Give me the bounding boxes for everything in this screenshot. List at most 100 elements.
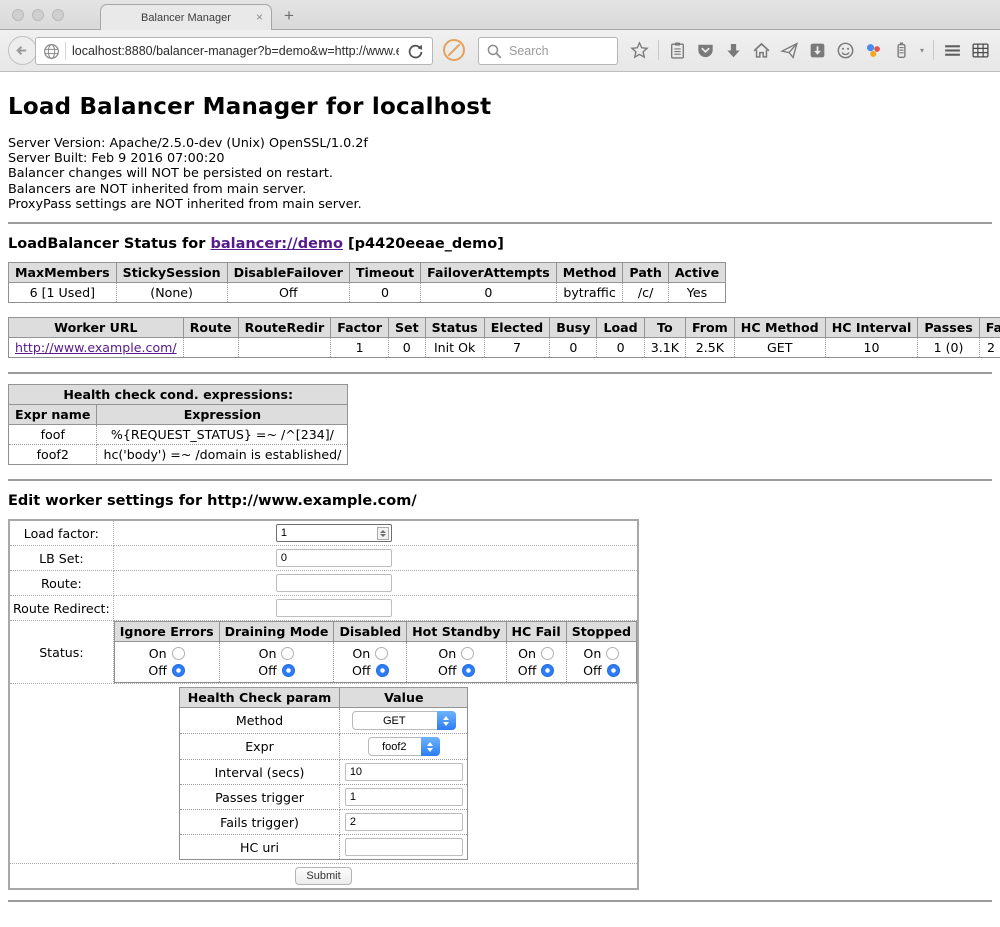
worker-cell: 0 [388,338,425,358]
radio-on-label: On [259,646,277,661]
worker-col-header: HC Method [734,318,825,338]
expr-col-header: Expression [97,405,348,425]
radio-hot-standby-on[interactable] [461,647,474,660]
dropdown-caret-icon[interactable]: ▾ [920,46,924,55]
radio-off-label: Off [258,663,277,678]
hc-label-method: Method [179,708,340,734]
form-field-row: Route Redirect: [9,596,638,621]
server-info: Server Version: Apache/2.5.0-dev (Unix) … [8,136,992,212]
server-info-line-2: Balancer changes will NOT be persisted o… [8,166,992,181]
search-bar[interactable]: Search [478,37,618,65]
worker-table: Worker URLRouteRouteRedirFactorSetStatus… [8,317,1000,358]
radio-hc-fail-on[interactable] [541,647,554,660]
home-icon[interactable] [752,41,771,60]
form-field-label: Load factor: [9,520,113,546]
url-text[interactable]: localhost:8880/balancer-manager?b=demo&w… [72,44,399,58]
radio-disabled-off[interactable] [376,664,389,677]
divider [8,372,992,374]
radio-hot-standby-off[interactable] [462,664,475,677]
reload-icon[interactable] [406,42,425,61]
hc-value-hc-uri [340,835,468,860]
balancer-cell: Off [227,283,349,303]
submit-button[interactable]: Submit [295,867,351,885]
balancer-link[interactable]: balancer://demo [210,236,343,252]
hc-table-cell: Health Check paramValueMethodGETExprfoof… [9,684,638,864]
download-arrow-icon[interactable] [724,41,743,60]
window-controls [12,9,64,21]
status-label: Status: [9,621,113,684]
worker-cell: 1 [331,338,389,358]
number-spinner-icon[interactable] [377,527,389,540]
hc-value-method: GET [340,708,468,734]
radio-draining-mode-off[interactable] [282,664,295,677]
url-bar[interactable]: localhost:8880/balancer-manager?b=demo&w… [35,37,433,65]
radio-draining-mode-on[interactable] [281,647,294,660]
interval-secs-input[interactable] [345,763,463,781]
tab-balancer-manager[interactable]: Balancer Manager × [100,4,272,30]
search-icon [485,42,504,61]
pocket-icon[interactable] [696,41,715,60]
block-icon[interactable] [443,39,465,61]
globe-icon [42,42,61,61]
smiley-icon[interactable] [836,41,855,60]
worker-col-header: Route [183,318,238,338]
select-value: foof2 [369,741,420,753]
radio-line: Off [224,662,330,679]
urlbar-separator [65,42,66,60]
star-icon[interactable] [630,41,649,60]
server-info-line-0: Server Version: Apache/2.5.0-dev (Unix) … [8,136,992,151]
route-input[interactable] [276,574,392,592]
radio-stopped-off[interactable] [607,664,620,677]
battery-icon[interactable] [892,41,911,60]
worker-cell: http://www.example.com/ [9,338,184,358]
radio-on-label: On [438,646,456,661]
new-tab-button[interactable]: + [284,6,294,26]
radio-disabled-on[interactable] [375,647,388,660]
submit-cell: Submit [9,864,638,890]
method-select[interactable]: GET [352,711,456,730]
back-button[interactable] [8,36,37,65]
worker-col-header: Set [388,318,425,338]
zoom-window-button[interactable] [52,9,64,21]
select-stepper-icon [421,737,440,756]
status-cell-ignore-errors: OnOff [114,642,219,683]
grid-icon[interactable] [971,41,990,60]
radio-ignore-errors-on[interactable] [172,647,185,660]
worker-cell: 0 [550,338,597,358]
color-dots-icon[interactable] [864,41,883,60]
radio-line: On [411,645,501,662]
hc-row-interval-secs: Interval (secs) [179,760,468,785]
hc-value-fails-trigger [340,810,468,835]
close-window-button[interactable] [12,9,24,21]
radio-stopped-on[interactable] [606,647,619,660]
tab-close-icon[interactable]: × [256,10,263,24]
expr-table-header-row: Expr nameExpression [9,405,348,425]
status-col-header: Disabled [334,622,407,642]
toolbar-separator [658,40,659,60]
fails-trigger-input[interactable] [345,813,463,831]
expr-name-cell: foof2 [9,445,97,465]
expr-select[interactable]: foof2 [368,737,440,756]
hamburger-menu-icon[interactable] [943,41,962,60]
hc-value-expr: foof2 [340,734,468,760]
status-col-header: Stopped [566,622,636,642]
status-cell-disabled: OnOff [334,642,407,683]
send-plane-icon[interactable] [780,41,799,60]
worker-cell [183,338,238,358]
clipboard-icon[interactable] [668,41,687,60]
load-factor-input[interactable] [276,524,392,542]
worker-url-link[interactable]: http://www.example.com/ [15,340,177,355]
passes-trigger-input[interactable] [345,788,463,806]
radio-ignore-errors-off[interactable] [172,664,185,677]
status-cell-hot-standby: OnOff [407,642,506,683]
download-box-icon[interactable] [808,41,827,60]
route-redirect-input[interactable] [276,599,392,617]
expr-table: Health check cond. expressions: Expr nam… [8,384,348,465]
minimize-window-button[interactable] [32,9,44,21]
lb-set-input[interactable] [276,549,392,567]
radio-hc-fail-off[interactable] [541,664,554,677]
hc-uri-input[interactable] [345,838,463,856]
radio-line: On [511,645,562,662]
status-header-row: Ignore ErrorsDraining ModeDisabledHot St… [114,622,636,642]
hc-label-passes-trigger: Passes trigger [179,785,340,810]
